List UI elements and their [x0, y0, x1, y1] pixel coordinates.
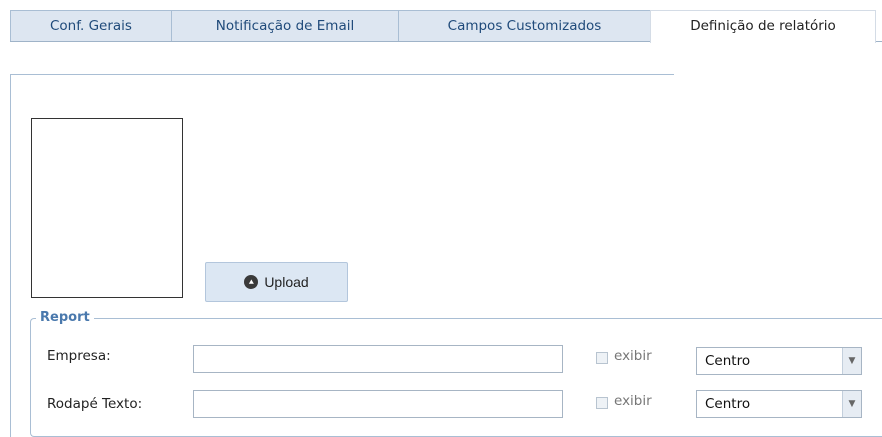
- tab-campos-customizados[interactable]: Campos Customizados: [398, 10, 651, 41]
- rodape-show-checkbox[interactable]: [596, 397, 608, 409]
- report-legend: Report: [36, 310, 94, 325]
- panel-top-border: [10, 74, 674, 75]
- upload-button[interactable]: ⯅ Upload: [205, 262, 348, 302]
- tab-definicao-relatorio[interactable]: Definição de relatório: [650, 10, 876, 43]
- empresa-input[interactable]: [193, 345, 563, 373]
- empresa-show-label: exibir: [614, 348, 652, 364]
- empresa-label: Empresa:: [47, 348, 111, 364]
- chevron-down-icon[interactable]: ▼: [842, 348, 861, 374]
- rodape-align-value: Centro: [705, 396, 751, 412]
- rodape-label: Rodapé Texto:: [47, 396, 143, 412]
- tab-conf-gerais[interactable]: Conf. Gerais: [10, 10, 172, 41]
- tab-notificacao-email[interactable]: Notificação de Email: [171, 10, 399, 41]
- report-fieldset: [30, 318, 882, 437]
- upload-icon: ⯅: [244, 275, 259, 289]
- rodape-align-select[interactable]: Centro ▼: [696, 390, 862, 418]
- panel-left-border: [10, 74, 11, 437]
- rodape-show-label: exibir: [614, 393, 652, 409]
- empresa-show-checkbox[interactable]: [596, 352, 608, 364]
- rodape-input[interactable]: [193, 390, 563, 418]
- empresa-align-value: Centro: [705, 353, 751, 369]
- chevron-down-icon[interactable]: ▼: [842, 391, 861, 417]
- empresa-align-select[interactable]: Centro ▼: [696, 347, 862, 375]
- upload-button-label: Upload: [264, 274, 309, 290]
- tab-strip: Conf. Gerais Notificação de Email Campos…: [10, 10, 882, 43]
- logo-preview: [31, 118, 183, 298]
